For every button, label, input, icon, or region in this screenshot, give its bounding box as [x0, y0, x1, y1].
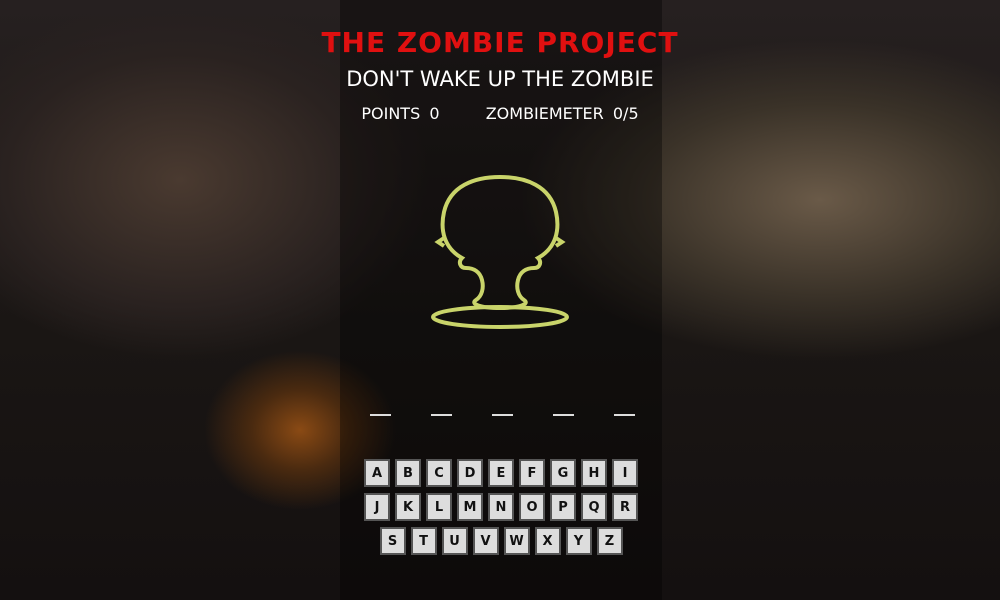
- game-title: THE ZOMBIE PROJECT: [321, 26, 679, 59]
- letter-key-d[interactable]: D: [457, 459, 483, 487]
- points-label: POINTS: [361, 104, 421, 123]
- letter-key-x[interactable]: X: [534, 527, 561, 555]
- zombie-silhouette-icon: [431, 174, 569, 329]
- letter-key-f[interactable]: F: [519, 459, 545, 487]
- letter-key-q[interactable]: Q: [581, 493, 607, 521]
- zombiemeter-label: ZOMBIEMETER: [485, 104, 604, 123]
- letter-key-i[interactable]: I: [612, 459, 638, 487]
- letter-key-w[interactable]: W: [503, 527, 530, 555]
- word-blanks: [370, 410, 635, 416]
- letter-key-u[interactable]: U: [441, 527, 468, 555]
- letter-blank: [553, 410, 574, 416]
- zombiemeter-value: 0/5: [612, 104, 639, 123]
- letter-blank: [614, 410, 635, 416]
- letter-key-v[interactable]: V: [472, 527, 499, 555]
- letter-key-b[interactable]: B: [395, 459, 421, 487]
- letter-key-g[interactable]: G: [550, 459, 576, 487]
- letter-key-o[interactable]: O: [519, 493, 545, 521]
- letter-key-l[interactable]: L: [426, 493, 452, 521]
- letter-key-y[interactable]: Y: [565, 527, 592, 555]
- letter-key-n[interactable]: N: [488, 493, 514, 521]
- letter-key-p[interactable]: P: [550, 493, 576, 521]
- letter-key-s[interactable]: S: [379, 527, 406, 555]
- letter-key-m[interactable]: M: [457, 493, 483, 521]
- letter-key-k[interactable]: K: [395, 493, 421, 521]
- letter-blank: [431, 410, 452, 416]
- letter-key-e[interactable]: E: [488, 459, 514, 487]
- stats-bar: POINTS 0 ZOMBIEMETER 0/5: [0, 104, 1000, 123]
- letter-key-a[interactable]: A: [364, 459, 390, 487]
- keyboard-row: ABCDEFGHI: [363, 459, 639, 487]
- letter-blank: [492, 410, 513, 416]
- keyboard-row: JKLMNOPQR: [363, 493, 639, 521]
- game-background: THE ZOMBIE PROJECT DON'T WAKE UP THE ZOM…: [0, 0, 1000, 600]
- letter-keyboard: ABCDEFGHI JKLMNOPQR STUVWXYZ: [363, 459, 639, 561]
- letter-key-r[interactable]: R: [612, 493, 638, 521]
- letter-blank: [370, 410, 391, 416]
- letter-key-j[interactable]: J: [364, 493, 390, 521]
- points-value: 0: [429, 104, 440, 123]
- letter-key-z[interactable]: Z: [596, 527, 623, 555]
- keyboard-row: STUVWXYZ: [363, 527, 639, 555]
- letter-key-h[interactable]: H: [581, 459, 607, 487]
- game-subtitle: DON'T WAKE UP THE ZOMBIE: [346, 67, 654, 91]
- letter-key-c[interactable]: C: [426, 459, 452, 487]
- letter-key-t[interactable]: T: [410, 527, 437, 555]
